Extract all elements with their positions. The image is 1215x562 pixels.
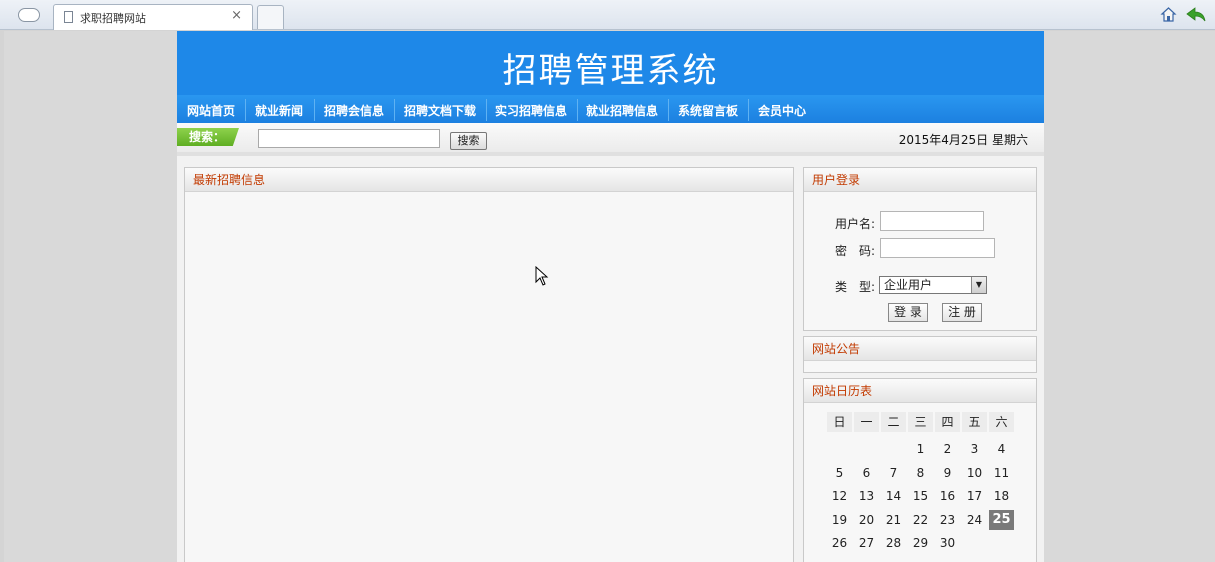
calendar-weekday: 二	[881, 412, 906, 432]
calendar-day[interactable]: 17	[962, 486, 987, 506]
calendar-day[interactable]: 28	[881, 533, 906, 553]
nav-divider	[394, 99, 395, 121]
calendar-weekday: 四	[935, 412, 960, 432]
calendar-day[interactable]: 4	[989, 439, 1014, 459]
calendar-day[interactable]: 14	[881, 486, 906, 506]
latest-jobs-title: 最新招聘信息	[185, 168, 793, 192]
calendar-day[interactable]: 2	[935, 439, 960, 459]
nav-item-downloads[interactable]: 招聘文档下载	[404, 102, 476, 119]
calendar-weekday: 六	[989, 412, 1014, 432]
login-title: 用户登录	[804, 168, 1036, 192]
calendar-day[interactable]: 3	[962, 439, 987, 459]
current-date: 2015年4月25日 星期六	[898, 133, 1028, 147]
calendar-day[interactable]: 13	[854, 486, 879, 506]
calendar-panel: 网站日历表 日一二三四五六 1 2 3 4 5 6 7 8 9 10 11 12 13 14 15 16 17 18…	[803, 378, 1037, 562]
calendar-day[interactable]: 8	[908, 463, 933, 483]
calendar-weekday: 三	[908, 412, 933, 432]
login-panel: 用户登录 用户名: 密 码: 类 型: 企业用户 ▼ 登 录 注 册	[803, 167, 1037, 331]
nav-divider	[668, 99, 669, 121]
calendar-title: 网站日历表	[804, 379, 1036, 403]
notice-panel: 网站公告	[803, 336, 1037, 373]
nav-divider	[314, 99, 315, 121]
search-label: 搜索：	[177, 128, 239, 146]
nav-item-news[interactable]: 就业新闻	[255, 102, 303, 119]
back-arrow-icon[interactable]	[1186, 6, 1206, 23]
calendar-day[interactable]: 18	[989, 486, 1014, 506]
calendar-day[interactable]: 26	[827, 533, 852, 553]
search-input[interactable]	[258, 129, 440, 148]
browser-tab[interactable]: 求职招聘网站 ×	[53, 4, 253, 30]
calendar-day[interactable]: 12	[827, 486, 852, 506]
site-container: 招聘管理系统 网站首页 就业新闻 招聘会信息 招聘文档下载 实习招聘信息 就业招…	[177, 31, 1044, 562]
document-icon	[64, 11, 73, 23]
calendar-day-today[interactable]: 25	[989, 509, 1014, 530]
calendar-day[interactable]: 19	[827, 510, 852, 530]
user-type-select[interactable]: 企业用户 ▼	[879, 276, 987, 294]
calendar-weekday: 五	[962, 412, 987, 432]
nav-item-jobs[interactable]: 就业招聘信息	[586, 102, 658, 119]
register-button[interactable]: 注 册	[942, 303, 982, 322]
calendar-day[interactable]: 29	[908, 533, 933, 553]
calendar-weekday: 一	[854, 412, 879, 432]
calendar-day[interactable]: 10	[962, 463, 987, 483]
nav-divider	[245, 99, 246, 121]
nav-divider	[748, 99, 749, 121]
calendar-day[interactable]: 7	[881, 463, 906, 483]
username-label: 用户名:	[835, 217, 876, 231]
calendar-day[interactable]: 6	[854, 463, 879, 483]
calendar-day[interactable]: 22	[908, 510, 933, 530]
nav-item-job-fair[interactable]: 招聘会信息	[324, 102, 384, 119]
calendar-day[interactable]: 11	[989, 463, 1014, 483]
search-button[interactable]: 搜索	[450, 132, 487, 150]
calendar-day[interactable]: 24	[962, 510, 987, 530]
page-viewport: 招聘管理系统 网站首页 就业新闻 招聘会信息 招聘文档下载 实习招聘信息 就业招…	[4, 31, 1215, 562]
user-type-label: 类 型:	[835, 280, 876, 294]
calendar-day[interactable]: 16	[935, 486, 960, 506]
latest-jobs-panel: 最新招聘信息	[184, 167, 794, 562]
nav-divider	[577, 99, 578, 121]
site-title: 招聘管理系统	[502, 51, 719, 91]
login-button[interactable]: 登 录	[888, 303, 928, 322]
username-input[interactable]	[880, 211, 984, 231]
calendar-day[interactable]: 30	[935, 533, 960, 553]
new-tab-button[interactable]	[257, 5, 284, 29]
home-icon[interactable]	[1160, 6, 1177, 23]
password-label: 密 码:	[835, 244, 876, 258]
calendar-day[interactable]: 21	[881, 510, 906, 530]
close-icon[interactable]: ×	[231, 8, 242, 23]
password-input[interactable]	[880, 238, 995, 258]
browser-tab-bar: 求职招聘网站 ×	[0, 0, 1215, 30]
nav-item-member-center[interactable]: 会员中心	[758, 102, 806, 119]
notice-title: 网站公告	[804, 337, 1036, 361]
header-banner: 招聘管理系统	[177, 31, 1044, 95]
calendar-day[interactable]: 5	[827, 463, 852, 483]
calendar-day[interactable]: 20	[854, 510, 879, 530]
tab-title: 求职招聘网站	[80, 12, 146, 25]
calendar-day[interactable]: 27	[854, 533, 879, 553]
calendar-day[interactable]: 9	[935, 463, 960, 483]
nav-item-internships[interactable]: 实习招聘信息	[495, 102, 567, 119]
calendar-day[interactable]: 23	[935, 510, 960, 530]
calendar-weekday: 日	[827, 412, 852, 432]
nav-item-home[interactable]: 网站首页	[187, 102, 235, 119]
mouse-cursor-icon	[535, 266, 549, 286]
calendar-day[interactable]: 1	[908, 439, 933, 459]
cloud-icon[interactable]	[18, 8, 40, 22]
main-nav: 网站首页 就业新闻 招聘会信息 招聘文档下载 实习招聘信息 就业招聘信息 系统留…	[177, 95, 1044, 123]
nav-item-guestbook[interactable]: 系统留言板	[678, 102, 738, 119]
chevron-down-icon[interactable]: ▼	[971, 277, 986, 293]
calendar-day[interactable]: 15	[908, 486, 933, 506]
nav-divider	[486, 99, 487, 121]
user-type-value: 企业用户	[884, 278, 933, 292]
search-bar: 搜索： 搜索 2015年4月25日 星期六	[177, 123, 1044, 156]
